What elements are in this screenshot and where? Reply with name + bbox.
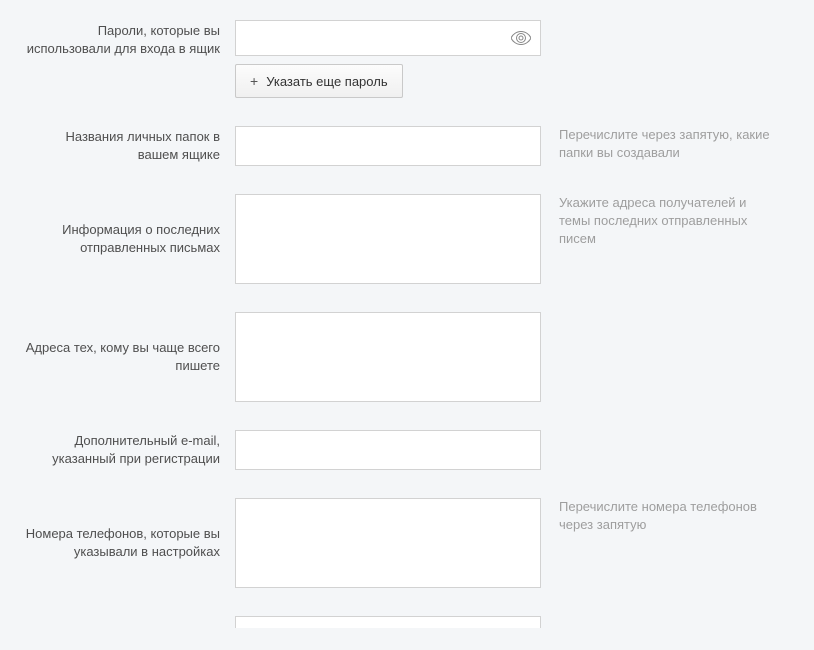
passwords-field-group: + Указать еще пароль <box>235 20 541 98</box>
folders-field-group <box>235 126 541 166</box>
last-sent-textarea[interactable] <box>235 194 541 284</box>
last-sent-field-group <box>235 194 541 284</box>
add-password-button[interactable]: + Указать еще пароль <box>235 64 403 98</box>
frequent-addresses-textarea[interactable] <box>235 312 541 402</box>
password-input-wrap <box>235 20 541 56</box>
plus-icon: + <box>250 73 258 89</box>
last-sent-label: Информация о последних отправленных пись… <box>25 194 235 284</box>
frequent-addresses-field-group <box>235 312 541 402</box>
alt-email-row: Дополнительный e-mail, указанный при рег… <box>25 430 789 470</box>
phones-field-group <box>235 498 541 588</box>
frequent-addresses-row: Адреса тех, кому вы чаще всего пишете <box>25 312 789 402</box>
eye-icon[interactable] <box>511 31 531 45</box>
last-sent-hint: Укажите адреса получателей и темы послед… <box>541 194 771 249</box>
frequent-addresses-label: Адреса тех, кому вы чаще всего пишете <box>25 312 235 402</box>
password-input[interactable] <box>235 20 541 56</box>
partial-label <box>25 616 235 618</box>
partial-field-group <box>235 616 541 628</box>
phones-hint: Перечислите номера телефонов через запят… <box>541 498 771 534</box>
folders-hint: Перечислите через запятую, какие папки в… <box>541 126 771 162</box>
folders-label: Названия личных папок в вашем ящике <box>25 126 235 166</box>
partial-textarea <box>235 616 541 628</box>
folders-textarea[interactable] <box>235 126 541 166</box>
folders-row: Названия личных папок в вашем ящике Пере… <box>25 126 789 166</box>
passwords-label: Пароли, которые вы использовали для вход… <box>25 20 235 58</box>
passwords-row: Пароли, которые вы использовали для вход… <box>25 20 789 98</box>
last-sent-row: Информация о последних отправленных пись… <box>25 194 789 284</box>
alt-email-label: Дополнительный e-mail, указанный при рег… <box>25 430 235 470</box>
alt-email-field-group <box>235 430 541 470</box>
partial-row <box>25 616 789 628</box>
phones-textarea[interactable] <box>235 498 541 588</box>
add-password-label: Указать еще пароль <box>266 74 387 89</box>
alt-email-textarea[interactable] <box>235 430 541 470</box>
phones-row: Номера телефонов, которые вы указывали в… <box>25 498 789 588</box>
phones-label: Номера телефонов, которые вы указывали в… <box>25 498 235 588</box>
